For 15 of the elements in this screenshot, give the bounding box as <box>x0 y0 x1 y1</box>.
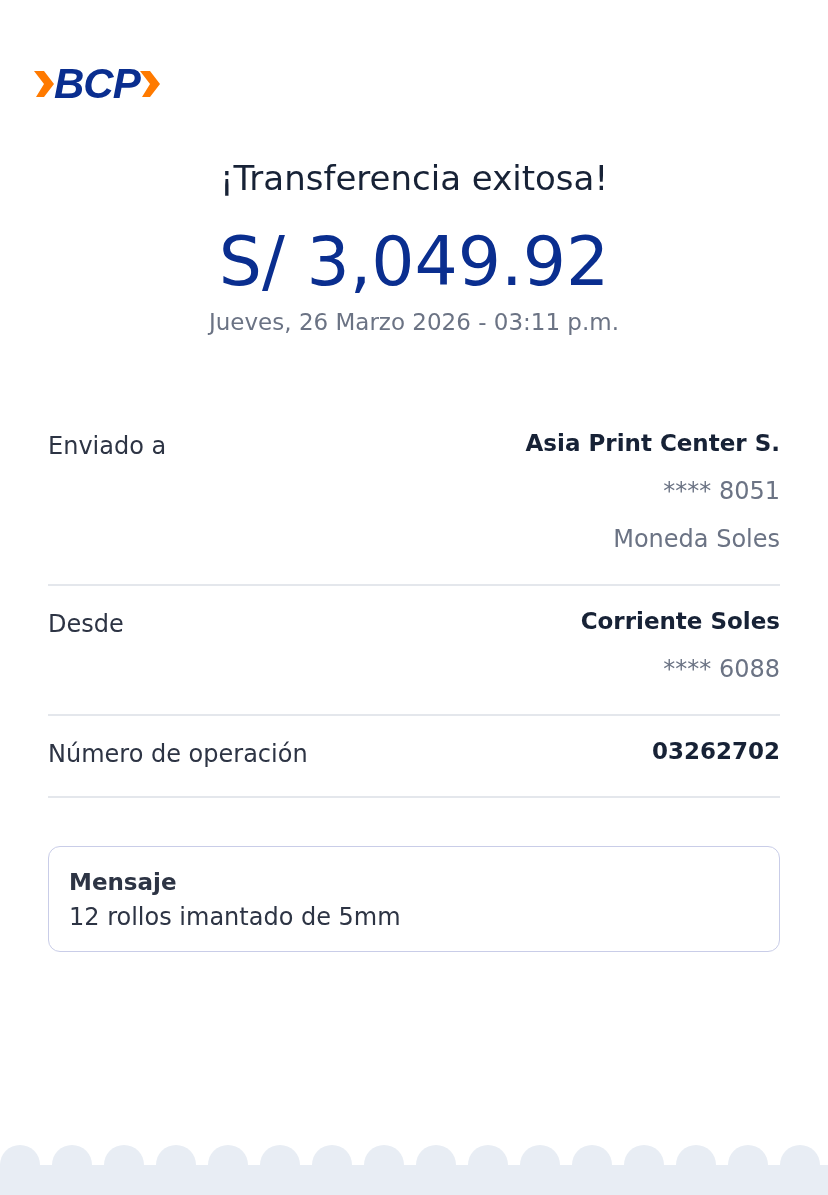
detail-value: Asia Print Center S. <box>525 429 780 458</box>
detail-info: **** 8051 <box>663 476 780 507</box>
message-title: Mensaje <box>69 869 178 895</box>
detail-label: Enviado a <box>48 432 167 462</box>
logo-text: BCP <box>54 62 140 106</box>
date-time: Jueves, 26 Marzo 2026 - 03:11 p.m. <box>206 308 620 337</box>
detail-value: Corriente Soles <box>580 607 780 636</box>
detail-label: Número de operación <box>48 740 308 768</box>
detail-value: 03262702 <box>651 737 780 766</box>
message-text: 12 rollos imantado de 5mm <box>69 903 402 931</box>
detail-info: Moneda Soles <box>613 524 780 555</box>
success-title: ¡Transferencia exitosa! <box>218 157 609 200</box>
detail-label: Desde <box>48 610 124 640</box>
detail-info: **** 6088 <box>663 654 780 685</box>
amount: S/ 3,049.92 <box>217 222 611 302</box>
